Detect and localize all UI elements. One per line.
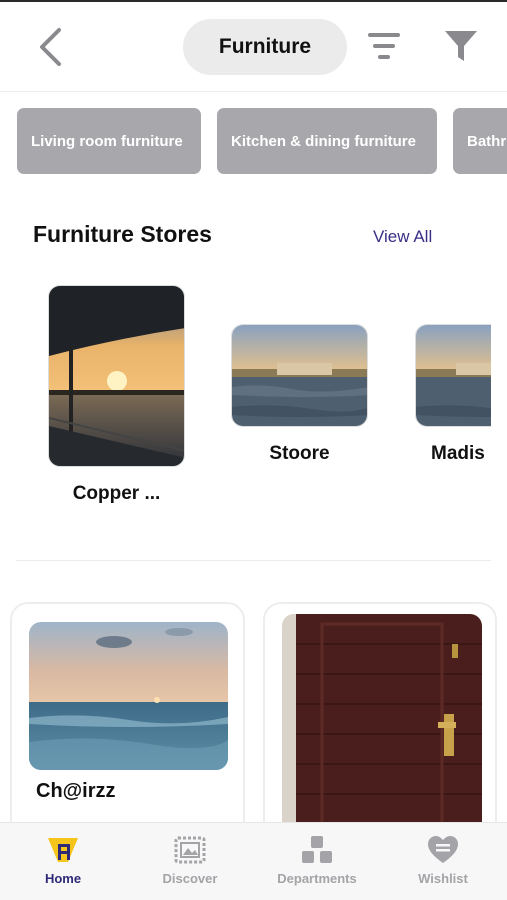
- page-title[interactable]: Furniture: [183, 19, 347, 75]
- picture-frame-icon: [173, 835, 207, 865]
- home-icon: [46, 835, 80, 865]
- category-chip[interactable]: Kitchen & dining furniture: [217, 108, 437, 174]
- nav-label: Discover: [162, 871, 218, 886]
- bottom-nav: Home Discover Departments Wishlist: [0, 822, 507, 900]
- store-card[interactable]: Madis: [415, 324, 491, 465]
- category-chip[interactable]: Bathr: [453, 108, 507, 174]
- back-button[interactable]: [30, 22, 70, 72]
- nav-wishlist[interactable]: Wishlist: [380, 823, 506, 900]
- section-divider: [16, 560, 491, 561]
- category-chip-row: Living room furniture Kitchen & dining f…: [0, 92, 507, 192]
- sort-lines-icon: [368, 33, 400, 59]
- product-image: [282, 614, 482, 822]
- view-all-link[interactable]: View All: [373, 227, 432, 247]
- app-header: Furniture: [0, 2, 507, 90]
- funnel-icon: [445, 31, 477, 61]
- product-image: [29, 622, 228, 770]
- product-grid: Ch@irzz: [0, 602, 507, 822]
- nav-home[interactable]: Home: [0, 823, 126, 900]
- store-image: [48, 285, 185, 467]
- store-name: Stoore: [269, 443, 330, 464]
- store-name: Copper ...: [72, 483, 161, 504]
- store-name: Madis: [431, 443, 485, 464]
- category-chip[interactable]: Living room furniture: [17, 108, 201, 174]
- product-card[interactable]: [263, 602, 497, 822]
- nav-departments[interactable]: Departments: [254, 823, 380, 900]
- nav-label: Wishlist: [418, 871, 468, 886]
- sort-button[interactable]: [362, 24, 406, 68]
- store-card[interactable]: Copper ...: [48, 285, 185, 505]
- section-title: Furniture Stores: [33, 221, 212, 247]
- heart-icon: [426, 835, 460, 865]
- store-card[interactable]: Stoore: [231, 324, 368, 465]
- blocks-icon: [300, 835, 334, 865]
- nav-discover[interactable]: Discover: [127, 823, 253, 900]
- stores-carousel: Copper ... Stoore Madis: [0, 280, 491, 520]
- product-name: Ch@irzz: [36, 780, 116, 802]
- product-card[interactable]: Ch@irzz: [10, 602, 245, 822]
- nav-label: Departments: [277, 871, 357, 886]
- filter-button[interactable]: [438, 24, 484, 68]
- nav-label: Home: [44, 871, 82, 886]
- chevron-left-icon: [40, 28, 61, 66]
- store-image: [231, 324, 368, 427]
- store-image: [415, 324, 491, 427]
